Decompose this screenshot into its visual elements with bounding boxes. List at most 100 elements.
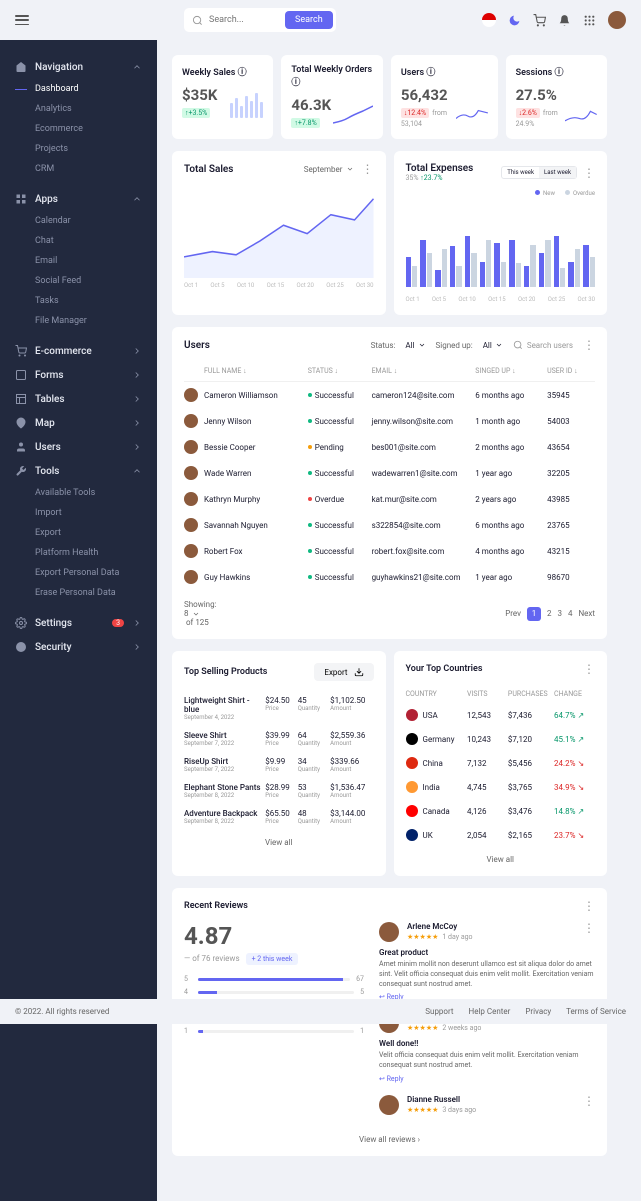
table-row[interactable]: Guy HawkinsSuccessfulguyhawkins21@site.c…	[184, 564, 595, 590]
nav-item[interactable]: Calendar	[35, 211, 157, 231]
review-menu[interactable]: ⋮	[583, 922, 595, 934]
nav-navigation[interactable]: Navigation	[0, 55, 157, 79]
nav-item[interactable]: Tasks	[35, 291, 157, 311]
chevron-right-icon	[132, 618, 142, 628]
table-row[interactable]: Cameron WilliamsonSuccessfulcameron124@s…	[184, 382, 595, 408]
table-row[interactable]: Kathryn MurphyOverduekat.mur@site.com2 y…	[184, 486, 595, 512]
country-row[interactable]: UK2,054$2,16523.7% ↘	[406, 823, 596, 847]
nav-map[interactable]: Map	[0, 411, 157, 435]
countries-menu[interactable]: ⋮	[583, 663, 595, 675]
reviews-view-all[interactable]: View all reviews ›	[184, 1135, 595, 1144]
product-row[interactable]: RiseUp ShirtSeptember 7, 2022$9.99Price3…	[184, 752, 374, 778]
top-countries-card: Your Top Countries⋮ COUNTRYVISITSPURCHAS…	[394, 651, 608, 876]
review-menu[interactable]: ⋮	[583, 1095, 595, 1107]
footer-link[interactable]: Help Center	[469, 1007, 511, 1016]
tab-this-week[interactable]: This week	[502, 167, 539, 178]
page-next[interactable]: Next	[578, 609, 595, 618]
table-row[interactable]: Wade WarrenSuccessfulwadewarren1@site.co…	[184, 460, 595, 486]
nav-apps[interactable]: Apps	[0, 187, 157, 211]
nav-item[interactable]: Ecommerce	[35, 119, 157, 139]
nav-ecommerce[interactable]: E-commerce	[0, 339, 157, 363]
chevron-up-icon	[132, 62, 142, 72]
nav-item[interactable]: File Manager	[35, 311, 157, 331]
globe-icon	[15, 641, 27, 653]
nav-item[interactable]: Social Feed	[35, 271, 157, 291]
moon-icon[interactable]	[508, 14, 521, 27]
showing-count[interactable]: 8	[184, 609, 217, 618]
page-number[interactable]: 3	[557, 609, 562, 618]
tab-last-week[interactable]: Last week	[539, 167, 576, 178]
country-row[interactable]: Canada4,126$3,47614.8% ↗	[406, 799, 596, 823]
footer-link[interactable]: Privacy	[525, 1007, 551, 1016]
chevron-right-icon	[132, 394, 142, 404]
table-row[interactable]: Bessie CooperPendingbes001@site.com2 mon…	[184, 434, 595, 460]
nav-item[interactable]: CRM	[35, 159, 157, 179]
products-view-all[interactable]: View all	[184, 838, 374, 847]
chevron-right-icon	[132, 442, 142, 452]
nav-forms[interactable]: Forms	[0, 363, 157, 387]
page-number[interactable]: 4	[568, 609, 573, 618]
menu-toggle[interactable]	[15, 15, 29, 25]
nav-item[interactable]: Available Tools	[35, 483, 157, 503]
search-input[interactable]	[209, 15, 279, 25]
nav-item[interactable]: Email	[35, 251, 157, 271]
page-number[interactable]: 1	[527, 607, 541, 621]
sales-menu[interactable]: ⋮	[362, 163, 374, 175]
footer-link[interactable]: Support	[425, 1007, 453, 1016]
copyright: © 2022. All rights reserved	[15, 1007, 109, 1016]
nav-item[interactable]: Projects	[35, 139, 157, 159]
reviews-menu[interactable]: ⋮	[583, 900, 595, 912]
table-row[interactable]: Savannah NguyenSuccessfuls322854@site.co…	[184, 512, 595, 538]
nav-item[interactable]: Platform Health	[35, 543, 157, 563]
expenses-menu[interactable]: ⋮	[583, 167, 595, 179]
nav-item[interactable]: Chat	[35, 231, 157, 251]
product-row[interactable]: Sleeve ShirtSeptember 7, 2022$39.99Price…	[184, 726, 374, 752]
home-icon	[15, 61, 27, 73]
nav-tables[interactable]: Tables	[0, 387, 157, 411]
nav-tools[interactable]: Tools	[0, 459, 157, 483]
country-row[interactable]: China7,132$5,45624.2% ↘	[406, 751, 596, 775]
apps-icon	[15, 193, 27, 205]
country-row[interactable]: India4,745$3,76534.9% ↘	[406, 775, 596, 799]
table-row[interactable]: Robert FoxSuccessfulrobert.fox@site.com4…	[184, 538, 595, 564]
country-row[interactable]: USA12,543$7,43664.7% ↗	[406, 703, 596, 727]
nav-item[interactable]: Erase Personal Data	[35, 583, 157, 603]
status-filter[interactable]: All	[405, 341, 425, 350]
language-flag[interactable]	[482, 13, 496, 27]
sales-period-dropdown[interactable]: September	[304, 165, 354, 174]
users-menu[interactable]: ⋮	[583, 339, 595, 351]
chevron-right-icon	[132, 642, 142, 652]
signed-filter[interactable]: All	[483, 341, 503, 350]
table-row[interactable]: Jenny WilsonSuccessfuljenny.wilson@site.…	[184, 408, 595, 434]
search-button[interactable]: Search	[285, 11, 333, 29]
users-table-card: Users Status: All Signed up: All Search …	[172, 327, 607, 639]
forms-icon	[15, 369, 27, 381]
stat-card: Weekly Sales ⓘ$35K↑+3.5%	[172, 55, 273, 139]
reply-link[interactable]: ↩ Reply	[379, 1075, 595, 1083]
nav-item[interactable]: Import	[35, 503, 157, 523]
chevron-right-icon	[132, 418, 142, 428]
nav-item[interactable]: Dashboard	[35, 79, 157, 99]
nav-item[interactable]: Analytics	[35, 99, 157, 119]
chevron-up-icon	[132, 194, 142, 204]
product-row[interactable]: Lightweight Shirt - blueSeptember 4, 202…	[184, 691, 374, 726]
nav-settings[interactable]: Settings3	[0, 611, 157, 635]
grid-icon[interactable]	[583, 14, 596, 27]
product-row[interactable]: Adventure BackpackSeptember 8, 2022$65.5…	[184, 804, 374, 830]
bell-icon[interactable]	[558, 14, 571, 27]
page-prev[interactable]: Prev	[505, 609, 521, 618]
cart-icon[interactable]	[533, 14, 546, 27]
nav-security[interactable]: Security	[0, 635, 157, 659]
search-users[interactable]: Search users	[513, 340, 573, 350]
user-avatar[interactable]	[608, 11, 626, 29]
nav-item[interactable]: Export	[35, 523, 157, 543]
countries-view-all[interactable]: View all	[406, 855, 596, 864]
country-row[interactable]: Germany10,243$7,12045.1% ↗	[406, 727, 596, 751]
export-button[interactable]: Export	[314, 663, 373, 681]
settings-icon	[15, 617, 27, 629]
nav-users[interactable]: Users	[0, 435, 157, 459]
product-row[interactable]: Elephant Stone PantsSeptember 8, 2022$28…	[184, 778, 374, 804]
footer-link[interactable]: Terms of Service	[566, 1007, 626, 1016]
page-number[interactable]: 2	[547, 609, 552, 618]
nav-item[interactable]: Export Personal Data	[35, 563, 157, 583]
